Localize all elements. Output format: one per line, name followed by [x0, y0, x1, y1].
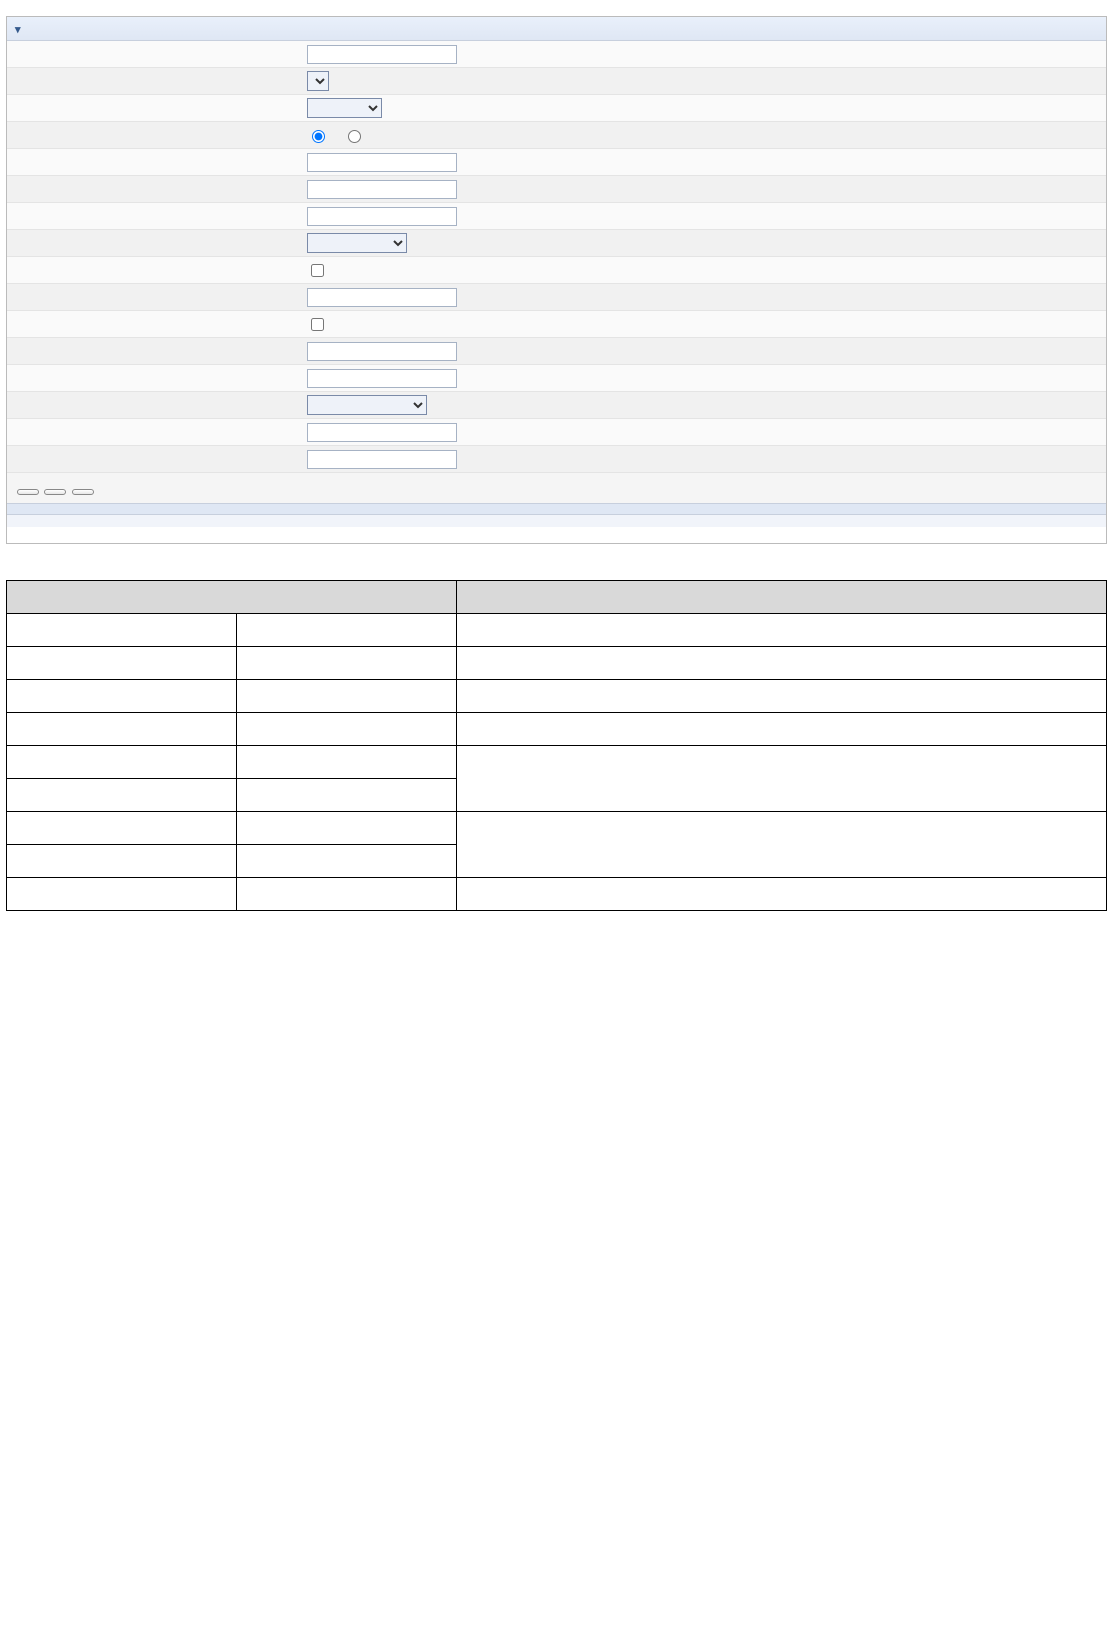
listing-th-auth-type	[817, 519, 1012, 523]
local-host-input[interactable]	[307, 369, 457, 388]
default-route-checkbox[interactable]	[311, 318, 324, 331]
listing-title	[7, 503, 1106, 514]
listing-td-peer-network	[1012, 531, 1106, 535]
password-input[interactable]	[307, 180, 457, 199]
server-ip-input[interactable]	[307, 207, 457, 226]
listing-header-row	[7, 514, 1106, 527]
listing-th-peer-network	[1012, 519, 1106, 523]
listing-th-conn-type	[457, 519, 647, 523]
desc-td	[237, 680, 457, 713]
desc-td	[457, 713, 1107, 746]
conn-type-select[interactable]	[307, 395, 427, 415]
desc-td	[457, 812, 1107, 878]
username-input[interactable]	[307, 153, 457, 172]
cancel-button[interactable]	[72, 489, 94, 495]
listing-th-num	[7, 519, 47, 523]
secret-input[interactable]	[307, 288, 457, 307]
desc-td	[457, 680, 1107, 713]
desc-td	[7, 647, 237, 680]
desc-td	[7, 779, 237, 812]
listing-td-type	[647, 531, 817, 535]
listing-td-auth-type	[817, 531, 1012, 535]
desc-td	[7, 680, 237, 713]
desc-td	[237, 812, 457, 845]
desc-td	[7, 812, 237, 845]
description-table	[6, 580, 1107, 911]
rule-index-select[interactable]	[307, 71, 329, 91]
desc-td	[7, 845, 237, 878]
desc-td	[237, 713, 457, 746]
type-select[interactable]	[307, 98, 382, 118]
desc-td	[7, 878, 237, 911]
auth-type-select[interactable]	[307, 233, 407, 253]
desc-td	[237, 614, 457, 647]
active-disable-radio[interactable]	[348, 130, 361, 143]
desc-th-description	[457, 581, 1107, 614]
listing-th-name	[247, 519, 457, 523]
desc-td	[7, 713, 237, 746]
desc-td	[457, 647, 1107, 680]
active-enable-radio[interactable]	[312, 130, 325, 143]
delete-button[interactable]	[44, 489, 66, 495]
remote-host-input[interactable]	[307, 342, 457, 361]
tunnelauth-checkbox[interactable]	[311, 264, 324, 277]
listing-td-active	[47, 531, 247, 535]
set-button[interactable]	[17, 489, 39, 495]
button-row	[7, 473, 1106, 503]
listing-th-type	[647, 519, 817, 523]
desc-td	[7, 614, 237, 647]
listing-th-active	[47, 519, 247, 523]
desc-td	[237, 878, 457, 911]
listing-td-num	[7, 531, 47, 535]
desc-td	[457, 746, 1107, 812]
panel-header[interactable]	[7, 17, 1106, 41]
desc-td	[237, 845, 457, 878]
desc-td	[237, 647, 457, 680]
desc-td	[457, 878, 1107, 911]
name-input[interactable]	[307, 45, 457, 64]
desc-th-function	[7, 581, 457, 614]
listing-td-name	[247, 531, 457, 535]
desc-td	[457, 614, 1107, 647]
peer-network-input[interactable]	[307, 423, 457, 442]
desc-td	[237, 746, 457, 779]
listing-td-conn-type	[457, 531, 647, 535]
netmask-input[interactable]	[307, 450, 457, 469]
desc-td	[7, 746, 237, 779]
l2tp-config-panel	[6, 16, 1107, 544]
listing-row[interactable]	[7, 527, 1106, 543]
desc-td	[237, 779, 457, 812]
